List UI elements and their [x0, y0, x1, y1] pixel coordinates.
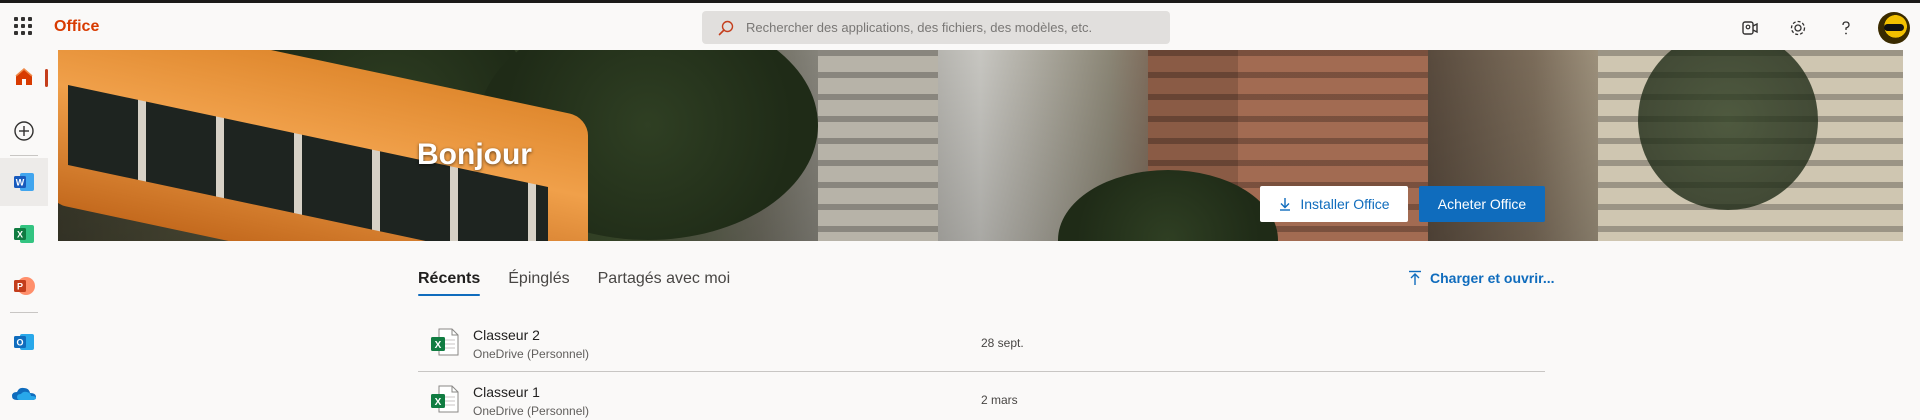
- rail-onedrive[interactable]: [0, 370, 48, 418]
- help-icon: [1842, 21, 1850, 35]
- file-date: 28 sept.: [981, 336, 1024, 350]
- upload-icon: [1409, 270, 1421, 285]
- file-location: OneDrive (Personnel): [473, 404, 590, 418]
- help-button[interactable]: [1822, 3, 1870, 53]
- svg-text:W: W: [16, 178, 25, 188]
- onedrive-icon: [12, 387, 36, 400]
- buy-office-button[interactable]: Acheter Office: [1419, 186, 1545, 222]
- office-brand-link[interactable]: Office: [54, 18, 99, 36]
- app-launcher-waffle-icon[interactable]: [14, 17, 32, 35]
- home-icon: [15, 68, 33, 85]
- rail-excel[interactable]: X: [0, 210, 48, 258]
- account-avatar[interactable]: [1878, 12, 1910, 44]
- rail-separator: [10, 155, 38, 156]
- tab-shared-with-me[interactable]: Partagés avec moi: [598, 268, 731, 300]
- hero-banner-image: [58, 50, 1903, 241]
- install-office-button[interactable]: Installer Office: [1260, 186, 1408, 222]
- search-box[interactable]: [702, 11, 1170, 44]
- download-icon: [1280, 198, 1291, 211]
- app-side-rail: W X P O: [0, 50, 48, 420]
- top-bar: Office: [0, 0, 1920, 50]
- header-actions: [1726, 3, 1920, 53]
- word-icon: W: [14, 173, 34, 191]
- svg-text:X: X: [17, 230, 23, 240]
- file-location: OneDrive (Personnel): [473, 347, 590, 361]
- svg-text:P: P: [17, 282, 23, 292]
- excel-icon: X: [14, 225, 34, 243]
- tab-recent[interactable]: Récents: [418, 268, 481, 300]
- hero-building-shape: [818, 50, 938, 241]
- file-tabs: Récents Épinglés Partagés avec moi: [418, 268, 730, 300]
- meet-now-icon: [1742, 21, 1758, 35]
- excel-file-icon: X: [431, 328, 459, 356]
- excel-file-icon: X: [431, 385, 459, 413]
- file-date: 2 mars: [981, 393, 1018, 407]
- file-row[interactable]: X Classeur 1 OneDrive (Personnel) 2 mars: [418, 372, 1545, 420]
- file-name[interactable]: Classeur 2: [473, 327, 540, 343]
- svg-text:O: O: [16, 338, 23, 348]
- rail-outlook[interactable]: O: [0, 318, 48, 366]
- settings-button[interactable]: [1774, 3, 1822, 53]
- plus-circle-icon: [14, 121, 34, 141]
- hero-greeting: Bonjour: [417, 138, 532, 171]
- settings-gear-icon: [1790, 20, 1806, 36]
- recent-file-list: X Classeur 2 OneDrive (Personnel) 28 sep…: [418, 315, 1545, 420]
- install-office-label: Installer Office: [1300, 196, 1390, 212]
- rail-separator: [10, 312, 38, 313]
- rail-create[interactable]: [0, 107, 48, 155]
- svg-text:X: X: [435, 397, 442, 408]
- svg-text:X: X: [435, 340, 442, 351]
- rail-home[interactable]: [0, 53, 48, 101]
- upload-label: Charger et ouvrir...: [1430, 270, 1555, 286]
- meet-now-button[interactable]: [1726, 3, 1774, 53]
- tab-pinned[interactable]: Épinglés: [508, 268, 569, 300]
- powerpoint-icon: P: [14, 277, 35, 295]
- search-input[interactable]: [746, 20, 1166, 35]
- rail-powerpoint[interactable]: P: [0, 262, 48, 310]
- upload-and-open-link[interactable]: Charger et ouvrir...: [1408, 270, 1554, 286]
- file-name[interactable]: Classeur 1: [473, 384, 540, 400]
- rail-word[interactable]: W: [0, 158, 48, 206]
- file-row[interactable]: X Classeur 2 OneDrive (Personnel) 28 sep…: [418, 315, 1545, 372]
- search-icon: [718, 20, 734, 35]
- outlook-icon: O: [14, 334, 34, 350]
